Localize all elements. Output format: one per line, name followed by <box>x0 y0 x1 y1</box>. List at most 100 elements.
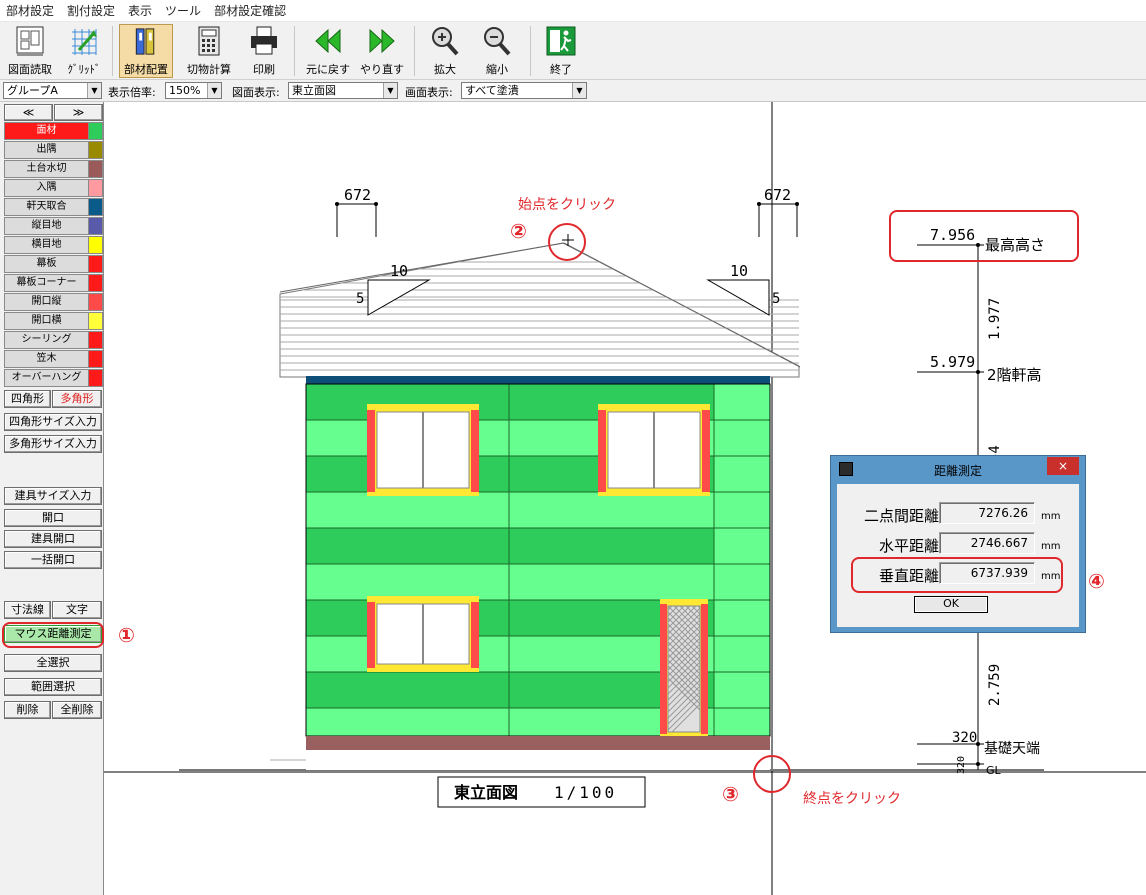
annotation-step-1: ① <box>118 623 135 647</box>
layer-item[interactable]: 笠木 <box>4 350 103 368</box>
drawing-scale: 1/100 <box>554 783 617 802</box>
layer-item[interactable]: 軒天取合 <box>4 198 103 216</box>
prev-group-button[interactable]: ≪ <box>4 104 53 121</box>
chevron-down-icon: ▼ <box>207 83 221 98</box>
undo-icon <box>315 28 341 54</box>
grid-button[interactable]: ｸﾞﾘｯﾄﾞ <box>60 24 108 78</box>
window-upper-right <box>598 404 710 496</box>
layer-item[interactable]: 面材 <box>4 122 103 140</box>
close-button[interactable]: × <box>1047 457 1079 475</box>
dialog-body: 二点間距離 7276.26 mm 水平距離 2746.667 mm 垂直距離 6… <box>837 484 1079 627</box>
foundation <box>306 736 770 750</box>
menu-layout-settings[interactable]: 割付設定 <box>67 2 115 19</box>
menu-bar: 部材設定 割付設定 表示 ツール 部材設定確認 <box>0 0 1146 22</box>
select-all-button[interactable]: 全選択 <box>4 654 102 672</box>
exit-button[interactable]: 終了 <box>540 24 582 78</box>
layer-color-swatch <box>89 123 102 139</box>
cut-calc-button[interactable]: 切物計算 <box>180 24 238 78</box>
layer-color-swatch <box>89 256 102 272</box>
annotation-end-point-circle <box>753 755 791 793</box>
fitting-size-input-button[interactable]: 建具サイズ入力 <box>4 487 102 505</box>
dimension-left: 672 <box>335 186 378 237</box>
slope-right-run: 10 <box>730 262 748 280</box>
printer-icon <box>251 26 277 55</box>
toolbar-separator <box>530 26 531 76</box>
layer-name: 軒天取合 <box>5 199 89 215</box>
layer-item[interactable]: 土台水切 <box>4 160 103 178</box>
layer-name: 横目地 <box>5 237 89 253</box>
layer-name: 出隅 <box>5 142 89 158</box>
toolbar-separator <box>112 26 113 76</box>
layer-name: 笠木 <box>5 351 89 367</box>
text-button[interactable]: 文字 <box>52 601 102 619</box>
group-select[interactable]: グループA ▼ <box>3 82 102 99</box>
drawing-title-box: 東立面図 1/100 <box>437 776 646 808</box>
layer-item[interactable]: 幕板 <box>4 255 103 273</box>
load-plan-button[interactable]: 図面読取 <box>4 24 56 78</box>
option-bar: グループA ▼ 表示倍率: 150% ▼ 図面表示: 東立面図 ▼ 画面表示: … <box>0 80 1146 102</box>
layer-color-swatch <box>89 142 102 158</box>
layer-item[interactable]: 横目地 <box>4 236 103 254</box>
grid-icon <box>72 29 97 55</box>
layer-color-swatch <box>89 237 102 253</box>
segment-upper: 1.977 <box>987 298 1003 340</box>
calculator-icon <box>198 26 220 56</box>
zoom-in-icon <box>432 27 459 56</box>
toolbar-separator <box>294 26 295 76</box>
menu-view[interactable]: 表示 <box>128 2 152 19</box>
zoom-out-icon <box>484 27 511 56</box>
fitting-opening-button[interactable]: 建具開口 <box>4 530 102 548</box>
level-eave-label: 2階軒高 <box>987 366 1042 384</box>
layer-color-swatch <box>89 294 102 310</box>
layer-item[interactable]: 開口横 <box>4 312 103 330</box>
print-button[interactable]: 印刷 <box>242 24 286 78</box>
range-select-button[interactable]: 範囲選択 <box>4 678 102 696</box>
place-parts-button[interactable]: 部材配置 <box>119 24 173 78</box>
delete-all-button[interactable]: 全削除 <box>52 701 102 719</box>
layer-item[interactable]: 開口縦 <box>4 293 103 311</box>
level-foundation-value: 320 <box>952 730 977 746</box>
layer-item[interactable]: 縦目地 <box>4 217 103 235</box>
layer-name: 開口横 <box>5 313 89 329</box>
layer-item[interactable]: 幕板コーナー <box>4 274 103 292</box>
layer-color-swatch <box>89 351 102 367</box>
window-lower-left <box>367 596 479 672</box>
layer-color-swatch <box>89 313 102 329</box>
plan-icon <box>16 26 44 56</box>
zoom-in-button[interactable]: 拡大 <box>424 24 466 78</box>
redo-button[interactable]: やり直す <box>358 24 406 78</box>
poly-shape-button[interactable]: 多角形 <box>52 390 102 408</box>
drawing-title: 東立面図 <box>454 783 518 802</box>
distance-row-point-to-point: 二点間距離 7276.26 mm <box>837 502 1079 526</box>
next-group-button[interactable]: ≫ <box>54 104 103 121</box>
screen-select[interactable]: すべて塗潰 ▼ <box>461 82 587 99</box>
bulk-opening-button[interactable]: 一括開口 <box>4 551 102 569</box>
layer-item[interactable]: オーバーハング <box>4 369 103 387</box>
view-select[interactable]: 東立面図 ▼ <box>288 82 398 99</box>
scale-select[interactable]: 150% ▼ <box>165 82 222 99</box>
layer-name: 土台水切 <box>5 161 89 177</box>
toolbar-separator <box>414 26 415 76</box>
menu-tools[interactable]: ツール <box>165 2 201 19</box>
dimension-line-button[interactable]: 寸法線 <box>4 601 51 619</box>
rect-size-input-button[interactable]: 四角形サイズ入力 <box>4 413 102 431</box>
menu-parts-settings[interactable]: 部材設定 <box>6 2 54 19</box>
layer-item[interactable]: 入隅 <box>4 179 103 197</box>
menu-parts-check[interactable]: 部材設定確認 <box>214 2 286 19</box>
zoom-out-button[interactable]: 縮小 <box>476 24 518 78</box>
opening-button[interactable]: 開口 <box>4 509 102 527</box>
layer-name: 面材 <box>5 123 89 139</box>
layer-item[interactable]: シーリング <box>4 331 103 349</box>
rect-shape-button[interactable]: 四角形 <box>4 390 51 408</box>
dialog-titlebar[interactable]: 距離測定 × <box>831 456 1085 482</box>
chevron-down-icon: ▼ <box>87 83 101 98</box>
poly-size-input-button[interactable]: 多角形サイズ入力 <box>4 435 102 453</box>
delete-button[interactable]: 削除 <box>4 701 51 719</box>
undo-button[interactable]: 元に戻す <box>302 24 354 78</box>
annotation-highlight-measure-button <box>2 622 104 648</box>
annotation-start-point-circle <box>548 223 586 261</box>
layer-item[interactable]: 出隅 <box>4 141 103 159</box>
ok-button[interactable]: OK <box>914 596 988 613</box>
roof <box>279 242 801 378</box>
layer-color-swatch <box>89 370 102 386</box>
